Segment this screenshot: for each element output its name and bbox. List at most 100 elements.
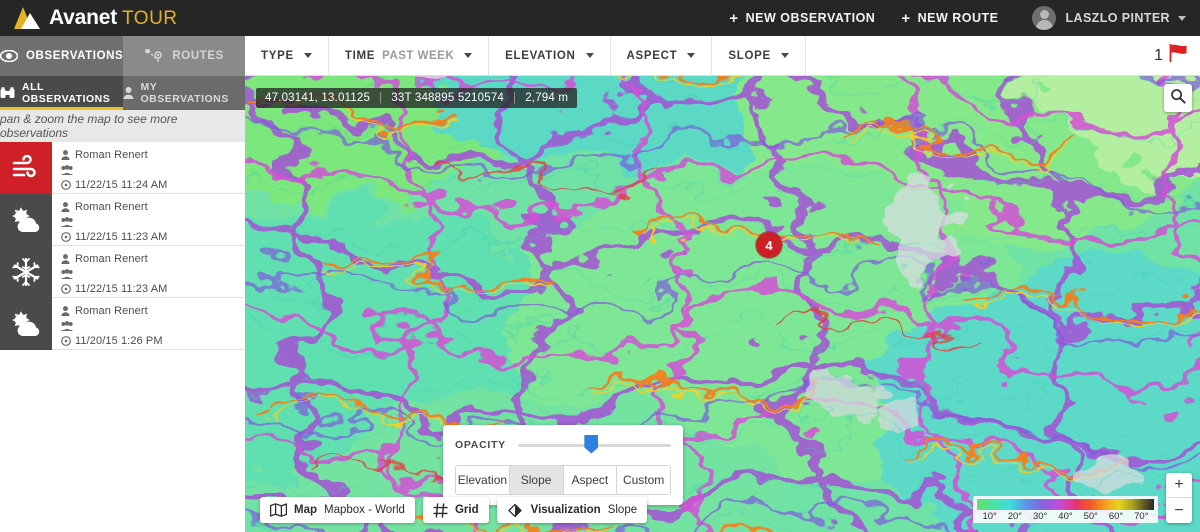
snowflake-icon xyxy=(0,246,52,298)
grid-label: Grid xyxy=(454,504,479,516)
new-route-button[interactable]: + NEW ROUTE xyxy=(901,11,998,26)
viz-mode-slope[interactable]: Slope xyxy=(509,465,564,495)
observation-time: 11/22/15 11:23 AM xyxy=(75,282,168,295)
new-observation-button[interactable]: + NEW OBSERVATION xyxy=(729,11,875,26)
top-header: Avanet TOUR + NEW OBSERVATION + NEW ROUTE… xyxy=(0,0,1200,36)
map-canvas[interactable]: 4 xyxy=(245,36,1200,532)
filter-label: TYPE xyxy=(261,49,294,62)
list-item[interactable]: Roman Renert 11/22/15 11:23 AM xyxy=(0,194,245,246)
viz-mode-elevation[interactable]: Elevation xyxy=(455,465,510,495)
person-icon xyxy=(61,305,75,316)
legend-tick: 50° xyxy=(1083,511,1098,522)
pan-zoom-hint: pan & zoom the map to see more observati… xyxy=(0,110,245,142)
legend-tick: 10° xyxy=(982,511,997,522)
opacity-row: OPACITY xyxy=(455,434,671,455)
map-style-button[interactable]: Map Mapbox - World xyxy=(260,497,415,523)
sidebar-subtabs: ALL OBSERVATIONS MY OBSERVATIONS xyxy=(0,76,245,110)
observation-meta: Roman Renert 11/22/15 11:23 AM xyxy=(52,246,167,297)
brand-name: Avanet TOUR xyxy=(49,6,178,30)
coord-utm: 33T 348895 5210574 xyxy=(391,92,505,104)
person-icon xyxy=(61,201,75,212)
filter-aspect[interactable]: ASPECT xyxy=(611,36,713,75)
eye-icon xyxy=(0,50,18,62)
clock-icon xyxy=(61,283,75,294)
new-route-label: NEW ROUTE xyxy=(917,11,999,25)
sidebar-tab-observations[interactable]: OBSERVATIONS xyxy=(0,36,124,76)
sidebar-subtab-label: ALL OBSERVATIONS xyxy=(22,81,111,105)
filter-label: TIME xyxy=(344,49,376,62)
observation-user-row: Roman Renert xyxy=(61,199,167,214)
zoom-in-button[interactable]: + xyxy=(1166,473,1192,498)
filter-type[interactable]: TYPE xyxy=(245,36,329,75)
sidebar-tab-routes[interactable]: ROUTES xyxy=(123,36,245,76)
grid-icon xyxy=(433,502,448,518)
clock-icon xyxy=(61,231,75,242)
observation-user: Roman Renert xyxy=(75,252,148,265)
observation-time: 11/22/15 11:23 AM xyxy=(75,230,168,243)
list-item[interactable]: Roman Renert 11/22/15 11:24 AM xyxy=(0,142,245,194)
observation-group-row xyxy=(61,214,167,229)
legend-tick: 70° xyxy=(1134,511,1149,522)
observation-user: Roman Renert xyxy=(75,304,148,317)
list-item[interactable]: Roman Renert 11/22/15 11:23 AM xyxy=(0,246,245,298)
filter-bar: TYPE TIME PAST WEEK ELEVATION ASPECT SLO… xyxy=(245,36,1200,76)
brand-secondary: TOUR xyxy=(122,8,178,29)
sidebar-subtab-my-observations[interactable]: MY OBSERVATIONS xyxy=(122,76,245,110)
visualization-button[interactable]: Visualization Slope xyxy=(496,497,648,523)
filter-elevation[interactable]: ELEVATION xyxy=(489,36,611,75)
binoculars-icon xyxy=(0,87,15,99)
filter-label: ASPECT xyxy=(626,49,678,62)
legend-tick: 20° xyxy=(1007,511,1023,522)
filter-value: PAST WEEK xyxy=(382,49,455,62)
group-icon xyxy=(61,164,75,175)
viz-mode-custom[interactable]: Custom xyxy=(617,465,671,495)
map-style-label: Map xyxy=(294,504,317,516)
observation-time-row: 11/22/15 11:24 AM xyxy=(61,177,167,192)
cluster-marker[interactable]: 4 xyxy=(756,232,782,258)
slope-legend: 10° 20° 30° 40° 50° 60° 70° xyxy=(973,496,1158,523)
filter-slope[interactable]: SLOPE xyxy=(712,36,806,75)
grid-button[interactable]: Grid xyxy=(422,497,489,523)
visualization-panel: OPACITY Elevation Slope Aspect Custom xyxy=(443,425,683,505)
map-bottom-toolbar: Map Mapbox - World Grid Visualization Sl… xyxy=(260,497,655,523)
sidebar-subtab-label: MY OBSERVATIONS xyxy=(140,81,229,105)
legend-gradient xyxy=(977,499,1154,510)
sun-cloud-icon xyxy=(0,298,52,350)
cluster-count: 4 xyxy=(765,237,773,253)
observation-meta: Roman Renert 11/20/15 1:26 PM xyxy=(52,298,163,349)
observation-time: 11/22/15 11:24 AM xyxy=(75,178,168,191)
map-zoom-controls: + − xyxy=(1166,473,1192,523)
filter-time[interactable]: TIME PAST WEEK xyxy=(329,36,490,75)
new-observation-label: NEW OBSERVATION xyxy=(745,11,876,25)
sidebar-subtab-all-observations[interactable]: ALL OBSERVATIONS xyxy=(0,76,123,110)
chevron-down-icon xyxy=(1178,15,1186,21)
observation-group-row xyxy=(61,162,167,177)
filter-label: SLOPE xyxy=(728,49,771,62)
map-icon xyxy=(270,503,287,517)
wind-icon xyxy=(0,142,52,194)
user-menu[interactable]: LASZLO PINTER xyxy=(1032,6,1186,30)
person-icon xyxy=(61,253,75,264)
legend-tick: 60° xyxy=(1108,511,1124,522)
list-item[interactable]: Roman Renert 11/20/15 1:26 PM xyxy=(0,298,245,350)
observation-user-row: Roman Renert xyxy=(61,303,163,318)
header-actions: + NEW OBSERVATION + NEW ROUTE LASZLO PIN… xyxy=(703,0,1200,36)
coord-elevation: 2,794 m xyxy=(525,92,569,104)
map-search-button[interactable] xyxy=(1164,84,1192,112)
observation-time-row: 11/20/15 1:26 PM xyxy=(61,333,163,348)
viz-mode-aspect[interactable]: Aspect xyxy=(563,465,618,495)
zoom-out-button[interactable]: − xyxy=(1166,498,1192,523)
observation-group-row xyxy=(61,318,163,333)
clock-icon xyxy=(61,335,75,346)
brand-logo[interactable]: Avanet TOUR xyxy=(0,6,178,30)
chevron-down-icon xyxy=(687,53,696,58)
visualization-label: Visualization xyxy=(530,504,601,516)
brand-primary: Avanet xyxy=(49,6,118,29)
filter-label: ELEVATION xyxy=(505,49,576,62)
legend-tick: 40° xyxy=(1058,511,1073,522)
group-icon xyxy=(61,216,75,227)
opacity-slider-handle[interactable] xyxy=(584,434,599,454)
flag-counter[interactable]: 1 xyxy=(1154,36,1200,75)
opacity-slider[interactable] xyxy=(517,434,671,454)
map-style-value: Mapbox - World xyxy=(324,504,405,516)
